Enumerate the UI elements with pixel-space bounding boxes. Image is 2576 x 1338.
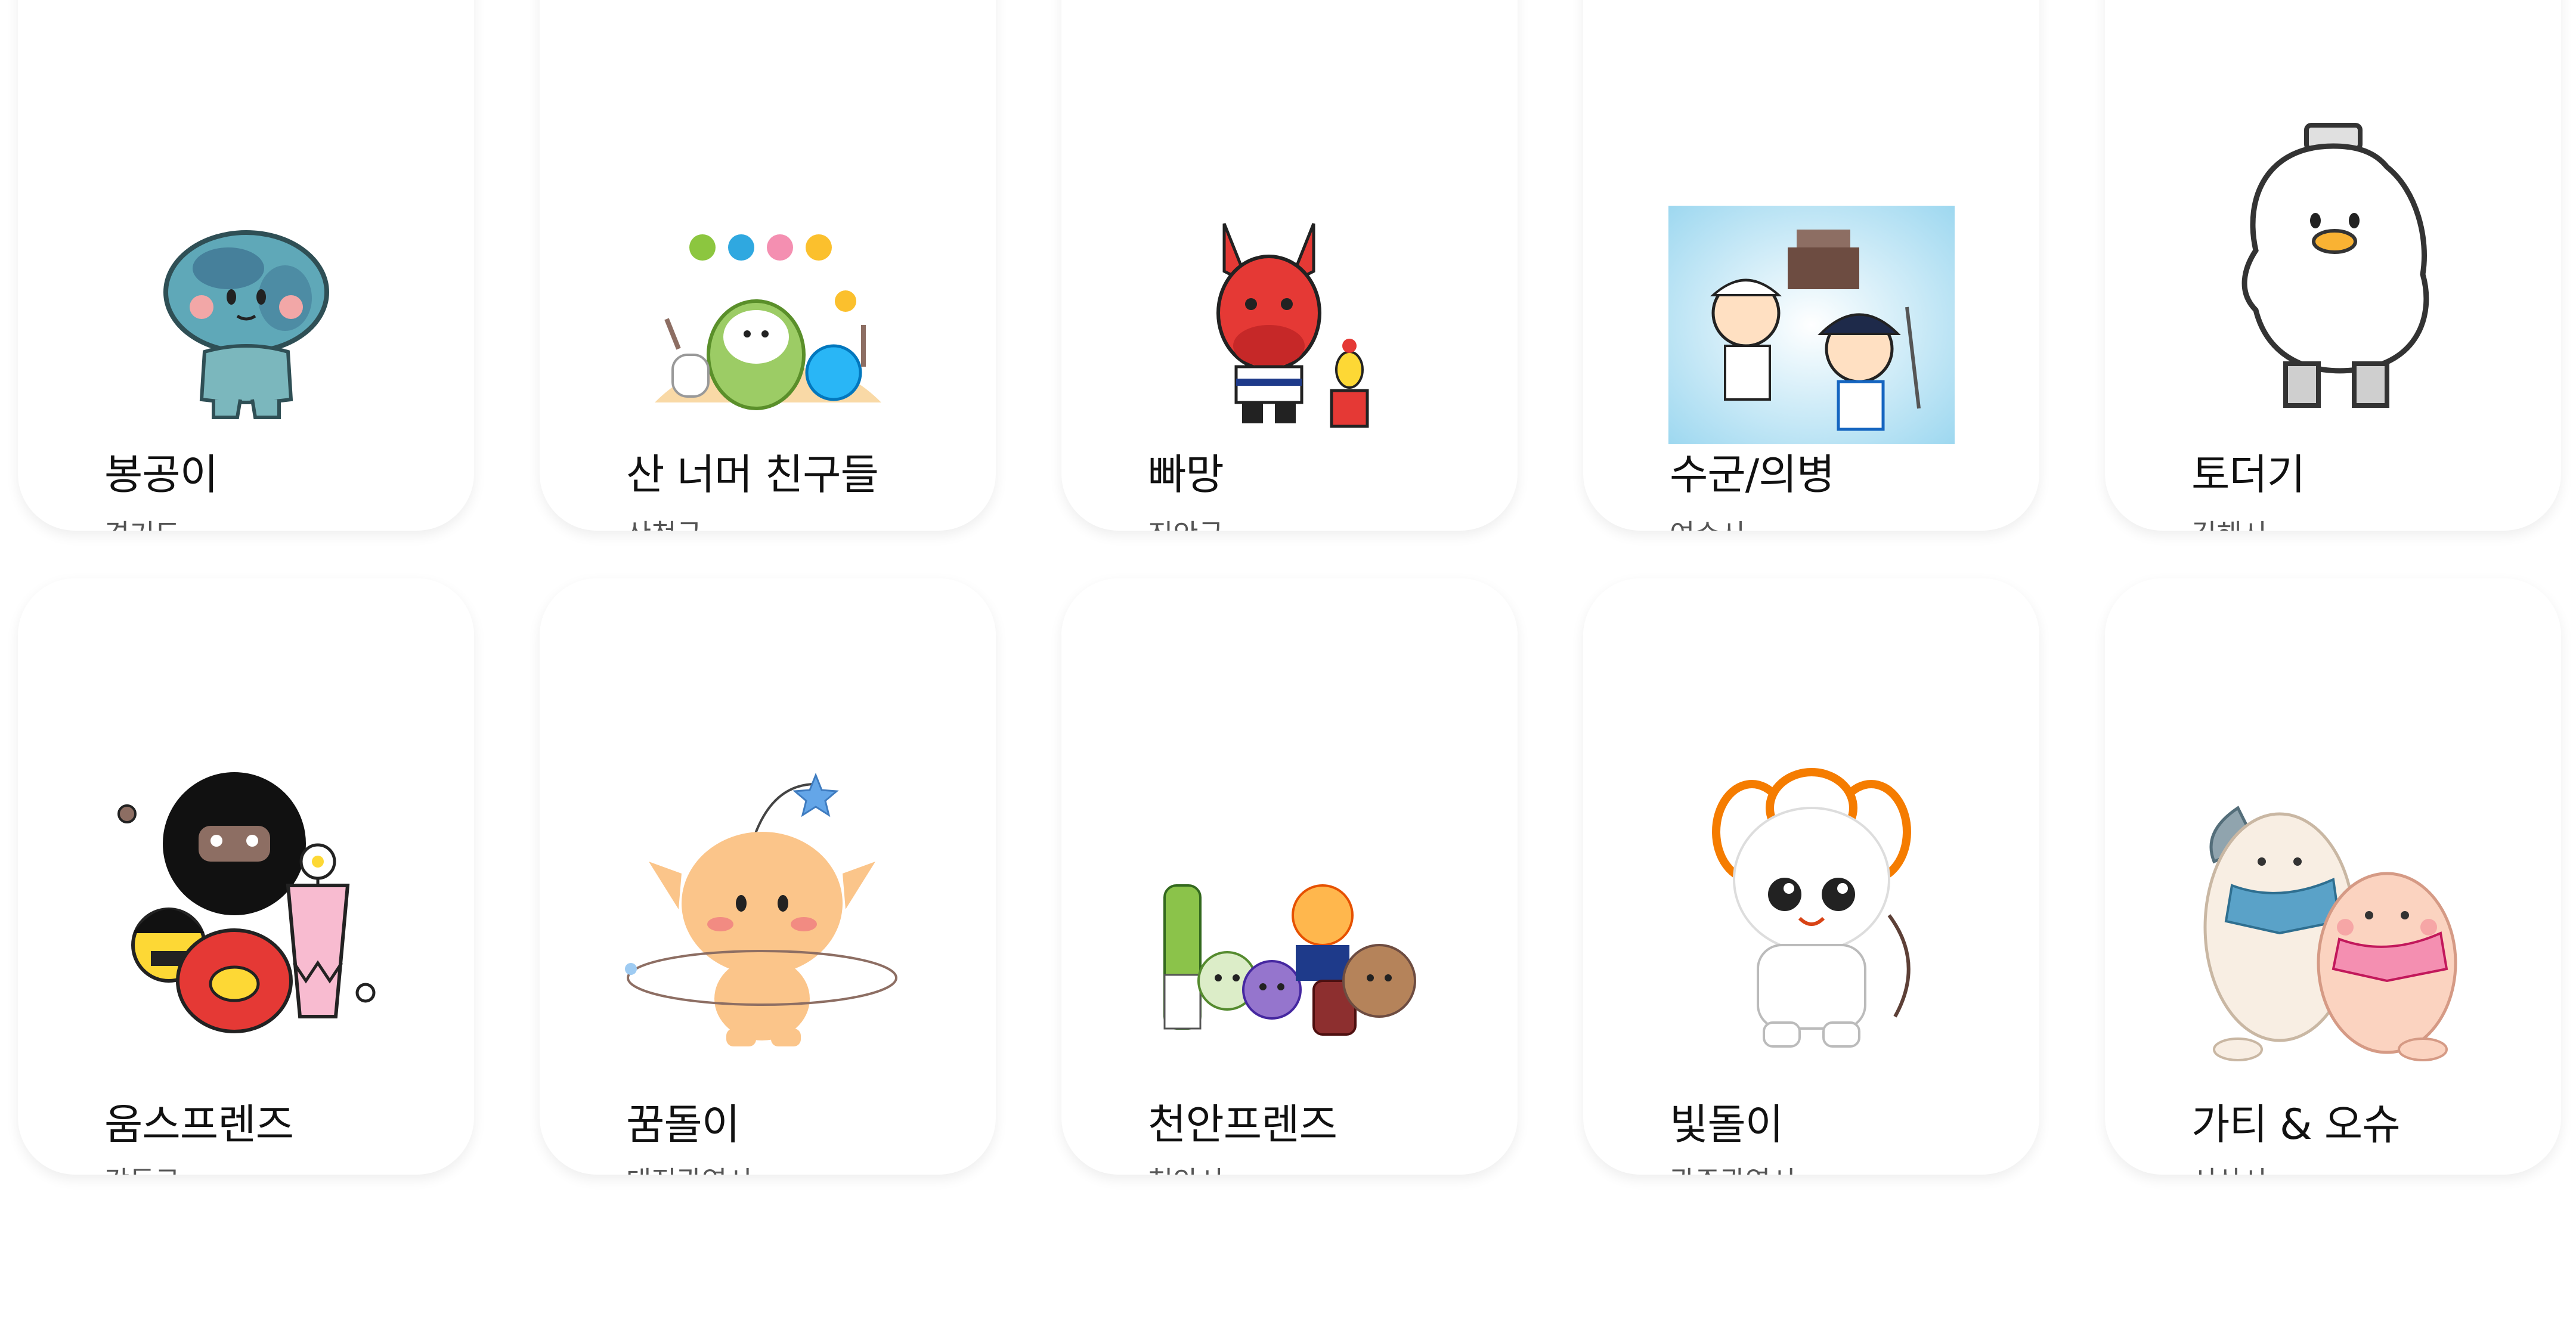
mascot-card[interactable]: 토더기 김해시	[2105, 0, 2561, 531]
mascot-image	[1583, 757, 2039, 1067]
mascot-region: 경기도	[104, 513, 180, 531]
mascot-card[interactable]: 빛돌이 광주광역시	[1583, 578, 2039, 1175]
mascot-name: 움스프렌즈	[104, 1100, 294, 1149]
mascot-image	[540, 170, 996, 480]
mascot-region: 서산시	[2191, 1160, 2267, 1175]
mascot-region: 산청군	[626, 513, 702, 531]
mascot-card[interactable]: 천안프렌즈 천안시	[1061, 578, 1518, 1175]
mascot-card-grid: 봉공이 경기도 산 너머 친구들 산청군	[0, 0, 2576, 1338]
mascot-image	[1583, 170, 2039, 480]
mascot-region: 광주광역시	[1670, 1160, 1796, 1175]
mascot-kkumdori-illustration	[624, 772, 897, 1046]
mascot-bonggong-illustration	[163, 230, 329, 419]
mascot-image	[1061, 805, 1518, 1115]
mascot-region: 여수시	[1670, 513, 1745, 531]
mascot-name: 토더기	[2191, 450, 2305, 499]
mascot-todeogi-illustration	[2241, 123, 2429, 408]
mascot-card[interactable]: 가티 & 오슈 서산시	[2105, 578, 2561, 1175]
mascot-region: 천안시	[1148, 1160, 1224, 1175]
mascot-card[interactable]: 수군/의병 여수시	[1583, 0, 2039, 531]
mascot-sugun-uibyeong-illustration	[1668, 206, 1955, 444]
mascot-card[interactable]: 봉공이 경기도	[18, 0, 474, 531]
mascot-name: 수군/의병	[1670, 450, 1835, 499]
mascot-card[interactable]: 움스프렌즈 강동구	[18, 578, 474, 1175]
mascot-gati-osyu-illustration	[2203, 806, 2457, 1061]
mascot-image	[540, 757, 996, 1067]
mascot-name: 가티 & 오슈	[2191, 1100, 2401, 1149]
mascot-ppamang-illustration	[1216, 223, 1368, 428]
mascot-name: 산 너머 친구들	[626, 450, 879, 499]
mascot-name: 꿈돌이	[626, 1100, 740, 1149]
mascot-region: 강동구	[104, 1160, 180, 1175]
mascot-card[interactable]: 산 너머 친구들 산청군	[540, 0, 996, 531]
mascot-region: 대전광역시	[626, 1160, 753, 1175]
mascot-name: 봉공이	[104, 450, 218, 499]
mascot-card[interactable]: 빠망 진안군	[1061, 0, 1518, 531]
mascot-ums-friends-illustration	[117, 772, 375, 1033]
mascot-san-friends-illustration	[654, 234, 881, 410]
mascot-name: 빠망	[1148, 450, 1224, 499]
mascot-image	[18, 170, 474, 480]
mascot-name: 빛돌이	[1670, 1100, 1784, 1149]
mascot-bitdori-illustration	[1711, 768, 1911, 1048]
mascot-name: 천안프렌즈	[1148, 1100, 1337, 1149]
mascot-cheonan-friends-illustration	[1163, 884, 1416, 1036]
mascot-image	[2105, 769, 2561, 1079]
mascot-image	[18, 757, 474, 1067]
mascot-image	[2105, 113, 2561, 423]
mascot-region: 김해시	[2191, 513, 2267, 531]
mascot-image	[1061, 170, 1518, 480]
mascot-region: 진안군	[1148, 513, 1224, 531]
mascot-card[interactable]: 꿈돌이 대전광역시	[540, 578, 996, 1175]
